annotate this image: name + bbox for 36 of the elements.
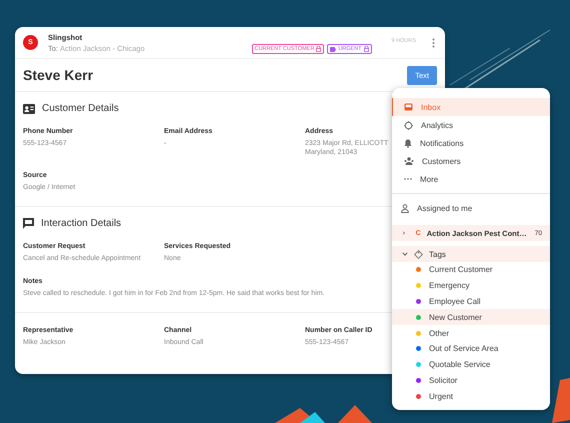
tag-item[interactable]: Solicitor — [392, 372, 550, 388]
chevron-icon — [402, 251, 408, 257]
background-stripe-drawing — [552, 378, 570, 423]
tag-icon — [414, 250, 423, 258]
people-icon — [404, 157, 414, 165]
inbox-icon — [404, 103, 413, 111]
tag-item[interactable]: Other — [392, 325, 550, 341]
menu-item[interactable]: Customers — [392, 152, 550, 170]
lock-icon — [364, 46, 369, 52]
notifications-icon — [404, 138, 412, 148]
label-icon — [330, 46, 336, 52]
circle-icon — [404, 120, 413, 130]
contact-card-icon — [23, 104, 35, 114]
menu-item[interactable]: Analytics — [392, 116, 550, 134]
tag-item[interactable]: Current Customer — [392, 262, 550, 278]
contact-name: Steve Kerr — [23, 67, 94, 83]
background-triangle-drawing — [338, 405, 372, 423]
more-options-icon[interactable] — [432, 38, 435, 48]
tag-item[interactable]: Emergency — [392, 278, 550, 294]
lock-icon — [316, 46, 322, 52]
tag-item[interactable]: Employee Call — [392, 294, 550, 310]
chevron-icon — [402, 230, 406, 236]
menu-item[interactable]: Notifications — [392, 134, 550, 152]
menu-item[interactable]: Assigned to me — [392, 196, 550, 220]
person-icon — [401, 204, 409, 212]
tag-item[interactable]: Quotable Service — [392, 356, 550, 373]
group-label: Tags — [429, 250, 446, 258]
tag-item[interactable]: Urgent — [392, 388, 550, 404]
background-shapes-drawing — [275, 408, 325, 423]
chat-icon — [23, 218, 34, 230]
menu-item[interactable]: More — [392, 170, 550, 188]
tag-item[interactable]: New Customer — [392, 309, 550, 326]
menu-group[interactable]: Tags — [392, 246, 550, 262]
section-title: Interaction Details — [41, 218, 122, 230]
section-title: Customer Details — [42, 103, 119, 114]
tag-item[interactable]: Out of Service Area — [392, 340, 550, 357]
